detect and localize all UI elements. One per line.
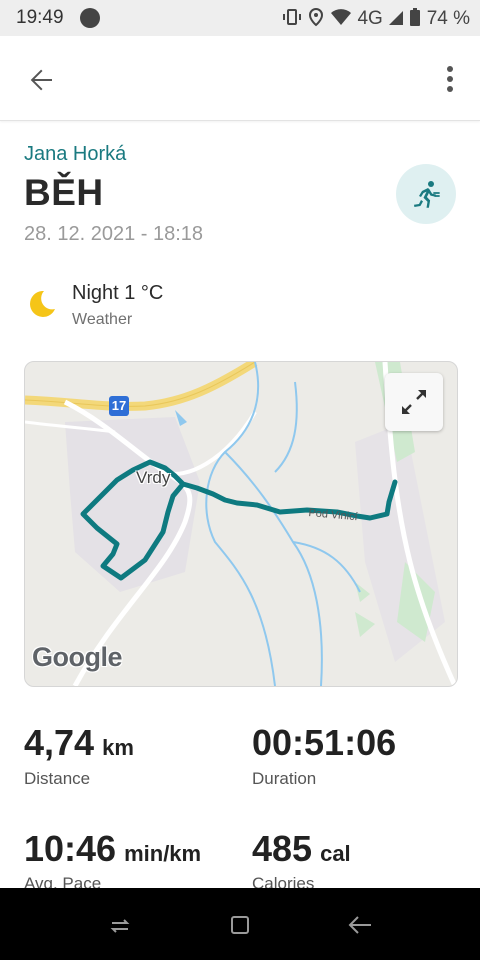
activity-title: BĚH — [24, 172, 104, 213]
stat-duration-value: 00:51:06 — [252, 722, 396, 764]
stat-distance-label: Distance — [24, 769, 91, 788]
overflow-menu-button[interactable] — [438, 60, 462, 100]
more-vert-icon — [447, 66, 453, 92]
signal-icon — [389, 11, 404, 25]
user-name: Jana Horká — [24, 143, 127, 165]
recent-apps-icon[interactable] — [108, 914, 132, 938]
wifi-icon — [331, 9, 352, 25]
pace-unit: min/km — [124, 841, 202, 866]
status-bar: 19:49 4G 74 % — [0, 0, 480, 36]
location-icon — [308, 7, 323, 27]
stream — [274, 381, 298, 473]
route-map[interactable]: 17 Vrdy Pod Vinicí Google — [24, 361, 458, 687]
park — [355, 612, 375, 637]
calories-unit: cal — [320, 841, 351, 866]
distance-value: 4,74 — [24, 722, 95, 763]
weather-condition: Night 1 °C — [72, 282, 164, 304]
fullscreen-icon — [402, 390, 426, 414]
nav-back-icon[interactable] — [346, 913, 374, 937]
running-icon — [414, 181, 440, 208]
activity-date: 28. 12. 2021 - 18:18 — [24, 223, 204, 245]
network-type: 4G — [357, 8, 383, 29]
status-time: 19:49 — [16, 7, 64, 28]
distance-unit: km — [102, 735, 134, 760]
status-right: 4G 74 % — [282, 7, 470, 30]
calories-value: 485 — [252, 828, 313, 869]
weather-label: Weather — [72, 311, 133, 328]
moon-icon — [30, 290, 55, 317]
stream — [224, 451, 323, 686]
home-icon[interactable] — [228, 913, 252, 937]
activity-type-badge — [396, 164, 456, 224]
battery-icon — [410, 8, 421, 26]
road-shield-number: 17 — [111, 398, 127, 413]
expand-map-button[interactable] — [385, 373, 443, 431]
urban-area — [65, 417, 200, 592]
town-label: Vrdy — [136, 468, 171, 487]
battery-percent: 74 % — [426, 8, 470, 29]
stat-duration-label: Duration — [252, 769, 317, 788]
pace-value: 10:46 — [24, 828, 117, 869]
system-nav-bar — [0, 888, 480, 960]
weather-row-icon — [24, 287, 58, 321]
duration-value: 00:51:06 — [252, 722, 397, 763]
major-road — [25, 362, 258, 411]
arrow-back-icon — [30, 69, 52, 91]
app-bar — [0, 36, 480, 121]
stream — [292, 541, 361, 593]
stat-calories-value: 485 cal — [252, 828, 351, 870]
vibrate-icon — [282, 9, 301, 25]
messenger-icon — [80, 8, 100, 28]
google-attribution: Google — [32, 642, 123, 672]
stream — [205, 362, 276, 686]
back-button[interactable] — [22, 60, 62, 100]
stat-distance-value: 4,74 km — [24, 722, 134, 764]
stat-pace-value: 10:46 min/km — [24, 828, 201, 870]
